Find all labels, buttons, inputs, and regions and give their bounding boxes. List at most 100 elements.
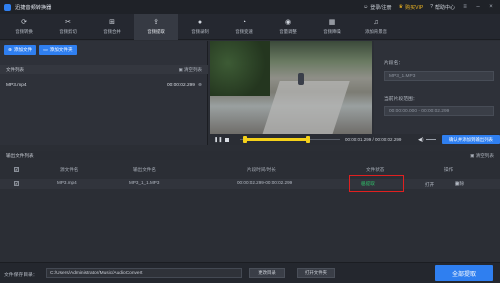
add-file-label: 添加文件 (13, 47, 33, 52)
tab-label: 音频合并 (103, 29, 121, 34)
tab-audio-record[interactable]: ● 音频录制 (178, 14, 222, 40)
help-button[interactable]: ? 帮助中心 (430, 4, 455, 11)
pause-icon[interactable]: ❚❚ (214, 137, 222, 143)
scissors-icon: ✂ (65, 19, 71, 26)
video-preview[interactable] (210, 41, 372, 134)
delete-label: 删除 (455, 181, 465, 186)
tab-audio-merge[interactable]: ⊞ 音频合并 (90, 14, 134, 40)
file-name: MP3.mp4 (6, 83, 27, 88)
time-readout: 00:00:01.299 / 00:00:02.299 (345, 137, 402, 142)
remove-file-icon[interactable]: ⊗ (198, 83, 202, 88)
file-list-title: 文件列表 (6, 66, 24, 72)
output-list-title: 输出文件列表 (6, 152, 34, 158)
column-time: 片段时间/时长 (247, 167, 276, 172)
tab-audio-convert[interactable]: ⟳ 音频转换 (2, 14, 46, 40)
volume-icon: ◉ (284, 19, 292, 26)
column-output-name: 输出文件名 (133, 167, 156, 172)
tab-audio-speed[interactable]: ◔ 音频变速 (222, 14, 266, 40)
segment-range-field[interactable]: 00:00:00.000 - 00:00:02.299 (384, 106, 494, 116)
table-row[interactable]: ✓ MP3.mp4 MP3_1_1.MP3 00:00:02.299-00:00… (0, 179, 500, 189)
minimize-icon[interactable]: – (475, 4, 481, 10)
row-checkbox[interactable]: ✓ (14, 181, 19, 186)
current-time: 00:00:01.299 (345, 137, 372, 142)
tab-audio-cut[interactable]: ✂ 音频剪切 (46, 14, 90, 40)
column-status: 文件状态 (366, 167, 385, 172)
status-highlight-box (349, 175, 404, 192)
end-handle[interactable] (306, 136, 310, 143)
list-item[interactable]: MP3.mp4 00:00:02.299 ⊗ (0, 81, 208, 90)
extract-all-button[interactable]: 全部提取 (435, 265, 493, 281)
player-controls: ❚❚ 00:00:01.299 / 00:00:02.299 ◀) 确认并添加到… (210, 134, 500, 145)
vip-label: 购买VIP (405, 4, 424, 11)
close-icon[interactable]: × (488, 4, 494, 10)
add-folder-label: 添加文件夹 (49, 47, 73, 52)
start-handle[interactable] (243, 136, 247, 143)
speed-icon: ◔ (241, 19, 247, 26)
app-title: 迅捷音频转换器 (15, 4, 52, 11)
save-path-input[interactable]: C:/Users/Administrator/Music/AudioConver… (46, 268, 242, 278)
segment-name-input[interactable]: MP3_1.MP3 (384, 71, 494, 81)
column-actions: 操作 (444, 167, 454, 172)
title-bar: 迅捷音频转换器 ☺ 登录/注册 ♛ 购买VIP ? 帮助中心 ≡ – × (0, 0, 500, 14)
segment-range-label: 当前片段范围： (384, 97, 418, 102)
open-button[interactable]: 打开 (425, 180, 434, 190)
crown-icon: ♛ (398, 4, 404, 10)
stop-icon[interactable] (225, 137, 230, 142)
tab-label: 音频剪切 (59, 29, 77, 34)
segment-name-label: 片段名： (384, 61, 404, 66)
clear-output-list-button[interactable]: ▣ 清空列表 (470, 153, 494, 159)
tab-label: 音频录制 (191, 29, 209, 34)
extract-icon: ⇪ (153, 19, 159, 26)
tab-volume-adjust[interactable]: ◉ 音量调整 (266, 14, 310, 40)
help-label: 帮助中心 (434, 4, 455, 11)
app-logo-icon (4, 3, 11, 11)
segment-settings-panel: 片段名： MP3_1.MP3 当前片段范围： 00:00:00.000 - 00… (374, 41, 500, 134)
video-frame-person (298, 73, 304, 85)
clear-output-label: 清空列表 (475, 152, 494, 158)
column-source-name: 源文件名 (60, 167, 79, 172)
function-toolbar: ⟳ 音频转换 ✂ 音频剪切 ⊞ 音频合并 ⇪ 音频提取 ● 音频录制 ◔ 音频变速 ◉ 音量调… (0, 14, 500, 40)
tab-add-bgm[interactable]: ♫ 添加背景音 (354, 14, 398, 40)
merge-icon: ⊞ (109, 19, 115, 26)
output-table-header: ✓ 源文件名 输出文件名 片段时间/时长 文件状态 操作 (0, 166, 500, 174)
file-duration: 00:00:02.299 (166, 83, 195, 88)
select-all-checkbox[interactable]: ✓ (14, 167, 19, 172)
file-panel: ⊕ 添加文件 ▭ 添加文件夹 文件列表 ▣ 清空列表 MP3.mp4 00:00:0… (0, 41, 208, 145)
vip-button[interactable]: ♛ 购买VIP (399, 4, 424, 11)
music-icon: ♫ (373, 19, 379, 26)
speaker-icon[interactable]: ◀) (418, 137, 424, 143)
help-icon: ? (430, 4, 433, 10)
tab-label: 音频降噪 (323, 29, 341, 34)
mic-icon: ● (197, 19, 203, 26)
tab-label: 音频提取 (147, 29, 165, 34)
row-output-name: MP3_1_1.MP3 (129, 180, 160, 185)
change-dir-button[interactable]: 更改目录 (249, 268, 285, 278)
login-label: 登录/注册 (370, 4, 392, 11)
tab-label: 音频转换 (15, 29, 33, 34)
tab-noise-reduce[interactable]: ▦ 音频降噪 (310, 14, 354, 40)
clear-file-list-button[interactable]: ▣ 清空列表 (178, 67, 202, 73)
plus-icon: ⊕ (8, 47, 12, 52)
tab-audio-extract[interactable]: ⇪ 音频提取 (134, 14, 178, 40)
menu-icon[interactable]: ≡ (462, 4, 468, 10)
refresh-icon: ⟳ (21, 19, 27, 26)
folder-icon: ▭ (43, 47, 48, 52)
total-time: 00:00:02.299 (375, 137, 402, 142)
file-list-header: 文件列表 ▣ 清空列表 (0, 65, 208, 74)
output-list-header: 输出文件列表 ▣ 清空列表 (0, 151, 500, 160)
tab-label: 添加背景音 (365, 29, 387, 34)
volume-slider[interactable] (426, 139, 436, 140)
add-file-button[interactable]: ⊕ 添加文件 (4, 45, 37, 55)
confirm-add-output-button[interactable]: 确认并添加到输出列表 (442, 135, 500, 144)
login-button[interactable]: ☺ 登录/注册 (363, 4, 392, 11)
add-folder-button[interactable]: ▭ 添加文件夹 (39, 45, 77, 55)
save-dir-label: 文件保存目录： (4, 273, 38, 278)
tab-label: 音频变速 (235, 29, 253, 34)
bottom-bar: 文件保存目录： C:/Users/Administrator/Music/Aud… (0, 262, 500, 283)
tab-label: 音量调整 (279, 29, 297, 34)
title-bar-actions: ☺ 登录/注册 ♛ 购买VIP ? 帮助中心 ≡ – × (363, 4, 500, 11)
open-folder-button[interactable]: 打开文件夹 (297, 268, 335, 278)
noise-icon: ▦ (328, 19, 336, 26)
clear-file-list-label: 清空列表 (184, 66, 202, 72)
timeline-selection[interactable] (245, 138, 308, 141)
